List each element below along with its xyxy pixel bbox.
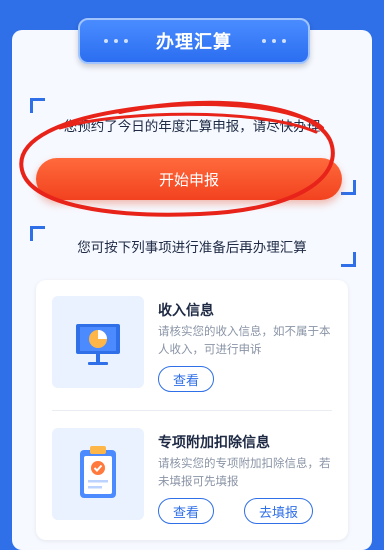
special-deduction-desc: 请核实您的专项附加扣除信息，若未填报可先填报 xyxy=(158,456,331,488)
corner-bracket xyxy=(30,98,45,113)
view-deduction-button[interactable]: 查看 xyxy=(158,498,215,524)
special-deduction-title: 专项附加扣除信息 xyxy=(158,435,270,451)
income-info-title: 收入信息 xyxy=(158,303,214,319)
preparation-card: 收入信息 请核实您的收入信息，如不属于本人收入，可进行申诉 查看 专项附加扣除信… xyxy=(36,280,348,540)
divider xyxy=(52,410,332,411)
title-dots-left xyxy=(104,39,130,43)
corner-bracket xyxy=(341,180,356,195)
start-declaration-button[interactable]: 开始申报 xyxy=(36,158,342,200)
presentation-chart-icon xyxy=(52,296,144,388)
title-dots-right xyxy=(262,39,288,43)
fill-deduction-button[interactable]: 去填报 xyxy=(244,498,314,524)
title-tab: 办理汇算 xyxy=(78,18,310,64)
preparation-notice: 您可按下列事项进行准备后再办理汇算 xyxy=(77,240,307,256)
view-income-button[interactable]: 查看 xyxy=(158,366,215,392)
clipboard-check-icon xyxy=(52,428,144,520)
appointment-notice: 您预约了今日的年度汇算申报，请尽快办理 xyxy=(63,119,321,135)
income-info-desc: 请核实您的收入信息，如不属于本人收入，可进行申诉 xyxy=(158,324,331,356)
page-title: 办理汇算 xyxy=(156,32,232,53)
